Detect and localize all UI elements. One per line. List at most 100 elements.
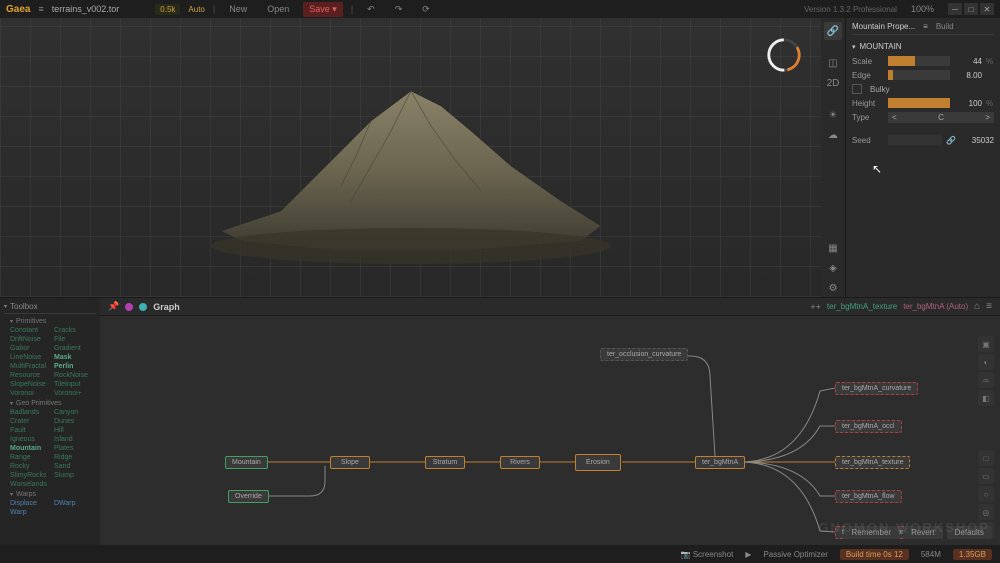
toolbox-item[interactable]: Island [54,435,96,444]
file-tab[interactable]: terrains_v002.tor [52,4,120,14]
resolution-badge[interactable]: 0.5k [155,4,180,15]
node-out3[interactable]: ter_bgMtnA_texture [835,456,910,469]
node-stratum[interactable]: Stratum [425,456,465,469]
toolbox-item[interactable]: TileInput [54,380,96,389]
toolbox-item[interactable]: Range [10,453,52,462]
cloud-icon[interactable]: ☁ [824,126,842,144]
seed-link-icon[interactable]: 🔗 [946,136,956,145]
height-slider[interactable] [888,98,950,108]
type-select[interactable]: <C> [888,112,994,123]
toolbox-item[interactable]: Rocky [10,462,52,471]
toolbox-item[interactable]: Voronoi [10,389,52,398]
node-out4[interactable]: ter_bgMtnA_flow [835,490,902,503]
tab-properties[interactable]: Mountain Prope... [852,22,915,31]
seed-slider[interactable] [888,135,942,145]
link-icon[interactable]: 🔗 [824,22,842,40]
toolbox-item[interactable]: DWarp [54,499,96,508]
category-warps[interactable]: Warps [4,489,96,499]
graph-color-dot2[interactable] [139,303,147,311]
breadcrumb-1[interactable]: ter_bgMtnA_texture [827,302,897,311]
toolbox-item[interactable]: Badlands [10,408,52,417]
undo-icon[interactable]: ↶ [361,2,381,17]
toolbox-item[interactable]: Constant [10,326,52,335]
node-rivers[interactable]: Rivers [500,456,540,469]
toolbox-item[interactable]: Crater [10,417,52,426]
auto-toggle[interactable]: Auto [188,5,204,14]
toolbox-item[interactable]: Worselands [10,480,52,489]
node-curv[interactable]: ter_occlusion_curvature [600,348,688,361]
gs-btn-5[interactable]: □ [978,450,994,466]
toolbox-item[interactable]: Voronoi+ [54,389,96,398]
category-primitives[interactable]: Primitives [4,316,96,326]
zoom-label[interactable]: 100% [905,2,940,16]
gs-btn-6[interactable]: ▭ [978,468,994,484]
view2d-icon[interactable]: 2D [824,74,842,92]
toolbox-item[interactable]: Hill [54,426,96,435]
toolbox-title[interactable]: Toolbox [4,302,96,314]
gs-btn-7[interactable]: ○ [978,486,994,502]
viewport-3d[interactable] [0,18,821,297]
gs-btn-2[interactable]: ◐ [978,354,994,370]
hamburger-icon[interactable]: ≡ [38,4,43,14]
edge-slider[interactable] [888,70,950,80]
menu-icon[interactable]: ≡ [986,301,992,312]
toolbox-item[interactable]: Resource [10,371,52,380]
sun-icon[interactable]: ☀ [824,106,842,124]
toolbox-item[interactable]: SlimyRocks [10,471,52,480]
gs-btn-3[interactable]: ═ [978,372,994,388]
toolbox-item[interactable]: MultiFractal [10,362,52,371]
scale-slider[interactable] [888,56,950,66]
toolbox-item[interactable]: Plates [54,444,96,453]
toolbox-item[interactable]: DriftNoise [10,335,52,344]
list-icon[interactable]: ≡ [923,22,928,31]
new-button[interactable]: New [223,2,253,16]
toolbox-item[interactable]: Mountain [10,444,52,453]
toolbox-item[interactable]: SlopeNoise [10,380,52,389]
minimize-button[interactable]: ─ [948,3,962,15]
toolbox-item[interactable]: Gabor [10,344,52,353]
view3d-icon[interactable]: ◫ [824,54,842,72]
toolbox-item[interactable]: Mask [54,353,96,362]
node-slope[interactable]: Slope [330,456,370,469]
redo-icon[interactable]: ↷ [389,2,409,17]
node-mountain[interactable]: Mountain [225,456,268,469]
toolbox-item[interactable]: File [54,335,96,344]
toolbox-item[interactable]: Cracks [54,326,96,335]
gs-btn-4[interactable]: ◧ [978,390,994,406]
node-override[interactable]: Override [228,490,269,503]
graph-color-dot[interactable] [125,303,133,311]
toolbox-item[interactable]: Dunes [54,417,96,426]
gs-btn-1[interactable]: ▣ [978,336,994,352]
gs-btn-8[interactable]: ◎ [978,504,994,520]
toolbox-item[interactable]: Slump [54,471,96,480]
node-terbg[interactable]: ter_bgMtnA [695,456,745,469]
play-icon[interactable]: ▶ [745,550,751,559]
node-out2[interactable]: ter_bgMtnA_occl [835,420,902,433]
toolbox-item[interactable]: Ridge [54,453,96,462]
toolbox-item[interactable]: Perlin [54,362,96,371]
graph-canvas[interactable]: Mountain Override Slope Stratum Rivers E… [100,316,1000,545]
toolbox-item[interactable]: Fault [10,426,52,435]
open-button[interactable]: Open [261,2,295,16]
toolbox-item[interactable]: Igneous [10,435,52,444]
toolbox-item[interactable]: Sand [54,462,96,471]
settings-icon[interactable]: ⚙ [824,279,842,297]
toolbox-item[interactable]: Displace [10,499,52,508]
grid-icon[interactable]: ▦ [824,239,842,257]
toolbox-item[interactable]: Warp [10,508,52,517]
maximize-button[interactable]: □ [964,3,978,15]
category-geo[interactable]: Geo Primitives [4,398,96,408]
save-button[interactable]: Save ▾ [303,2,343,17]
toolbox-item[interactable]: Canyon [54,408,96,417]
bulky-checkbox[interactable] [852,84,862,94]
toolbox-item[interactable] [54,480,96,489]
tab-build[interactable]: Build [936,22,954,31]
pin-icon[interactable]: 📌 [108,301,119,312]
node-out1[interactable]: ter_bgMtnA_curvature [835,382,918,395]
props-section-header[interactable]: MOUNTAIN [852,39,994,54]
toolbox-item[interactable]: RockNoise [54,371,96,380]
toolbox-item[interactable]: Gradient [54,344,96,353]
close-button[interactable]: ✕ [980,3,994,15]
toolbox-item[interactable] [54,508,96,517]
breadcrumb-2[interactable]: ter_bgMtnA (Auto) [903,302,968,311]
